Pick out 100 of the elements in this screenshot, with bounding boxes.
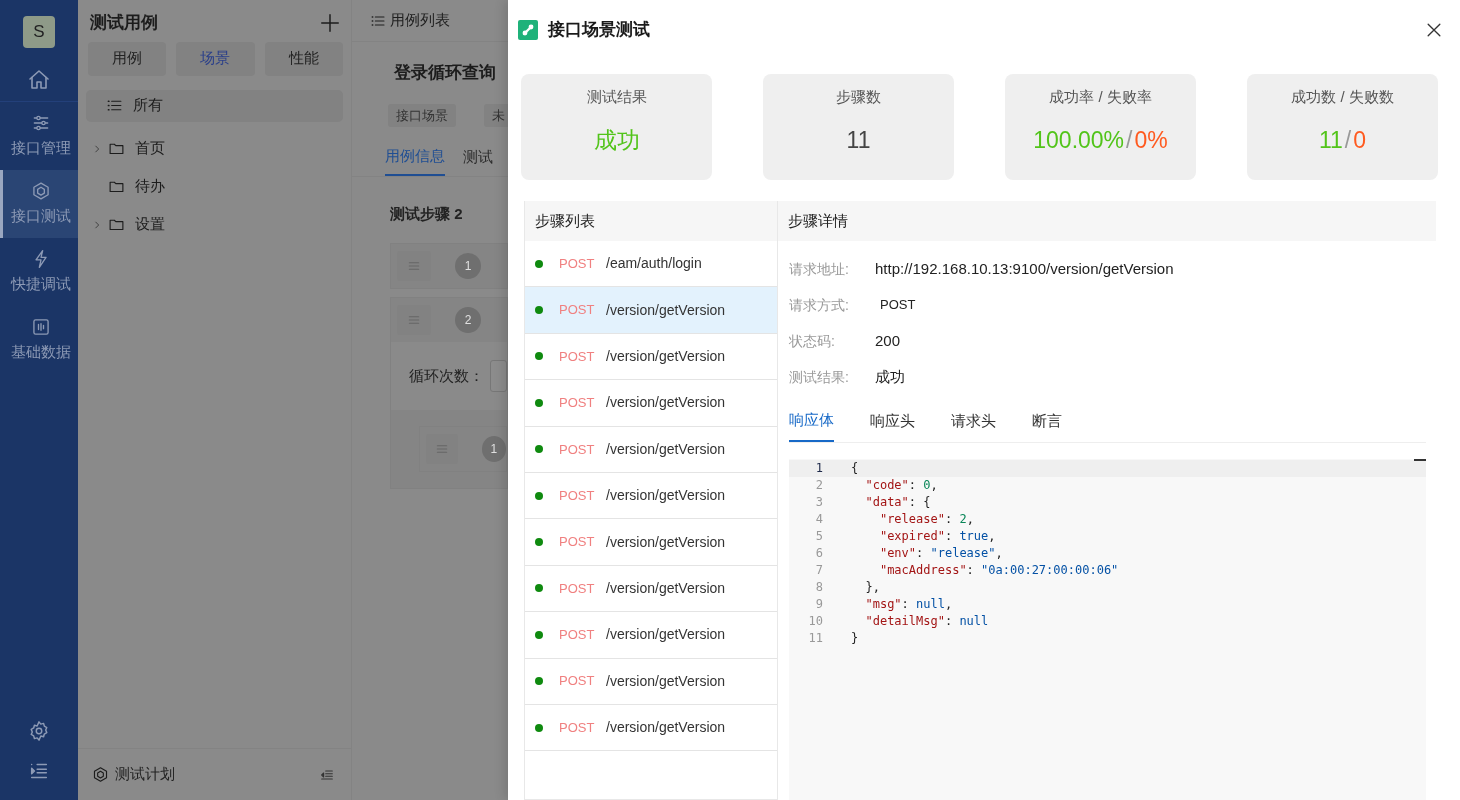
line-number: 6: [814, 545, 823, 562]
stat-value: 11: [1318, 125, 1343, 155]
tab[interactable]: 测试: [463, 145, 493, 176]
avatar[interactable]: S: [23, 16, 55, 48]
method-label: POST: [559, 394, 596, 413]
path-text: /version/getVersion: [606, 671, 726, 691]
stat-label: 测试结果: [586, 87, 647, 107]
path-text: /version/getVersion: [606, 486, 726, 506]
field-value: http://192.168.10.13:9100/version/getVersion: [875, 258, 1174, 279]
step-item[interactable]: POST /version/getVersion: [525, 612, 777, 659]
method-label: POST: [559, 718, 596, 737]
logo-icon: [518, 20, 538, 40]
field-label: 状态码:: [789, 331, 836, 351]
path-text: /version/getVersion: [606, 625, 726, 645]
path-text: /version/getVersion: [606, 578, 726, 598]
method-label: POST: [559, 347, 596, 366]
step-number: 2: [455, 307, 481, 333]
code-line: "expired": true,: [878, 528, 996, 545]
line-number: 5: [814, 528, 823, 545]
drawer-title: 接口场景测试: [548, 19, 650, 42]
detail-header: 步骤详情: [778, 201, 1436, 241]
code-line: }: [850, 630, 859, 647]
cube-icon: [30, 180, 51, 201]
tree-item[interactable]: 待办: [86, 167, 343, 206]
section-title: 测试步骤 2: [389, 203, 464, 224]
method-label: POST: [559, 533, 596, 552]
path-text: /version/getVersion: [606, 346, 726, 366]
step-item[interactable]: POST /version/getVersion: [525, 704, 777, 752]
nav-item[interactable]: 接口管理: [0, 102, 78, 170]
chevron-right-icon[interactable]: [92, 142, 102, 155]
nav-item[interactable]: 快捷调试: [0, 238, 78, 306]
stat-label: 成功率 / 失败率: [1049, 87, 1152, 107]
tree-item[interactable]: 首页: [86, 129, 343, 168]
code-line: "macAddress": "0a:00:27:00:00:06": [878, 562, 1119, 579]
line-number: 3: [814, 494, 823, 511]
step-item[interactable]: POST /version/getVersion: [525, 380, 777, 427]
breadcrumb: 用例列表: [390, 10, 450, 31]
step-number: 1: [481, 436, 506, 462]
step-item[interactable]: POST /version/getVersion: [525, 426, 777, 473]
chevron-right-icon[interactable]: [92, 218, 102, 231]
path-text: /version/getVersion: [606, 393, 726, 413]
method-label: POST: [559, 486, 596, 505]
method-label: POST: [559, 301, 596, 320]
line-number: 11: [807, 630, 823, 647]
step-item[interactable]: POST /version/getVersion: [525, 287, 777, 334]
segment-tab[interactable]: 用例: [88, 41, 167, 76]
step-item[interactable]: POST /version/getVersion: [525, 565, 777, 613]
plan-link[interactable]: 测试计划: [115, 763, 175, 786]
panel-title: 测试用例: [90, 12, 158, 34]
segment-tab[interactable]: 性能: [264, 41, 343, 76]
line-number: 9: [814, 596, 823, 613]
step-item[interactable]: POST /version/getVersion: [525, 333, 777, 381]
tree-item[interactable]: 所有: [86, 89, 343, 122]
field-label: 循环次数：: [409, 365, 484, 386]
line-number: 7: [814, 562, 823, 579]
tab[interactable]: 断言: [1032, 409, 1062, 442]
field-value: 成功: [875, 366, 905, 387]
step-item[interactable]: POST /version/getVersion: [525, 658, 777, 705]
method-label: POST: [559, 440, 596, 459]
method-label: POST: [559, 626, 596, 645]
path-text: /version/getVersion: [606, 532, 726, 552]
method-label: POST: [559, 254, 596, 273]
code-line: "env": "release",: [878, 545, 1003, 562]
field-label: 请求地址:: [789, 259, 850, 279]
line-number: 4: [814, 511, 823, 528]
field-label: 请求方式:: [789, 295, 850, 315]
tab[interactable]: 响应体: [789, 409, 834, 442]
method-label: POST: [559, 672, 596, 691]
step-number: 1: [455, 253, 481, 279]
case-title: 登录循环查询: [393, 62, 497, 84]
stat-label: 成功数 / 失败数: [1291, 87, 1394, 107]
tab[interactable]: 请求头: [951, 409, 996, 442]
tag: 接口场景: [388, 103, 456, 127]
code-line: },: [864, 579, 880, 596]
list-icon: [106, 97, 123, 114]
minimize-icon[interactable]: [1414, 458, 1426, 461]
plus-icon[interactable]: [319, 11, 341, 34]
nav-item[interactable]: 接口测试: [0, 170, 78, 238]
separator: /: [1344, 125, 1352, 155]
stat-value: 11: [846, 125, 871, 155]
code-line: "release": 2,: [878, 511, 974, 528]
method-label: POST: [879, 296, 917, 315]
home-icon[interactable]: [27, 67, 51, 92]
code-line: {: [850, 460, 859, 477]
settings-icon[interactable]: [28, 720, 50, 742]
nav-item[interactable]: 基础数据: [0, 306, 78, 374]
tab[interactable]: 响应头: [870, 409, 915, 442]
input-field[interactable]: [490, 360, 507, 392]
tree-item[interactable]: 设置: [86, 205, 343, 244]
step-item[interactable]: POST /version/getVersion: [525, 472, 777, 520]
line-number: 1: [814, 460, 823, 477]
field-value: 200: [875, 330, 901, 351]
path-text: /version/getVersion: [606, 439, 726, 459]
stat-label: 步骤数: [836, 87, 881, 107]
code-line: "data": {: [864, 494, 931, 511]
chart-icon: [30, 316, 51, 337]
path-text: /version/getVersion: [606, 300, 726, 320]
stat-value: 0%: [1134, 125, 1168, 155]
code-line: "detailMsg": null: [864, 613, 989, 630]
step-item[interactable]: POST /version/getVersion: [525, 519, 777, 566]
